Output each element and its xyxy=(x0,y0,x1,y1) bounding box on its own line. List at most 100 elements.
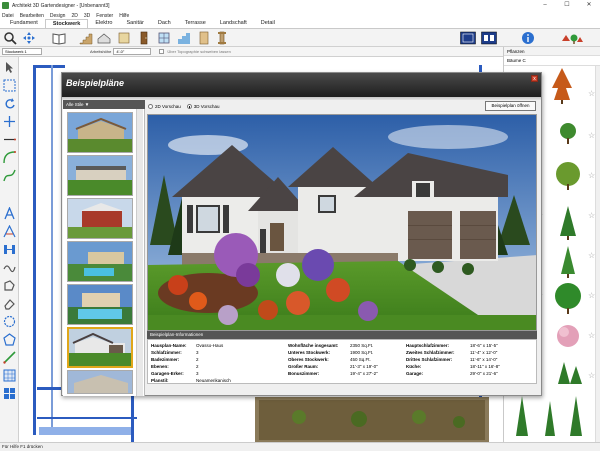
topo-checkbox[interactable] xyxy=(159,49,165,54)
menu-item-fenster[interactable]: Fenster xyxy=(96,13,113,19)
book-icon[interactable] xyxy=(117,31,131,45)
radio-2d-preview[interactable] xyxy=(148,104,153,109)
path-tool-icon[interactable] xyxy=(3,351,16,364)
info-key: Bonuszimmer: xyxy=(288,371,320,376)
info-value: 2350 Sq.Ft. xyxy=(350,343,374,348)
info-value: 11'-6" x 14'-0" xyxy=(470,357,498,362)
info-column-3: Hauptschlafzimmer: 18'-6" x 15'-5" Zweite… xyxy=(406,342,500,377)
layout-view-icon[interactable] xyxy=(481,31,497,45)
plant-item-9 xyxy=(516,396,582,436)
tab-stockwerk[interactable]: Stockwerk xyxy=(44,19,89,28)
tab-terrasse[interactable]: Terrasse xyxy=(178,19,213,28)
radio-3d-preview[interactable] xyxy=(186,104,192,109)
move-icon[interactable] xyxy=(3,115,16,128)
info-icon[interactable] xyxy=(521,31,535,45)
thumbnail-scrollbar[interactable] xyxy=(136,109,143,396)
plan-view-icon[interactable] xyxy=(460,31,476,45)
info-key: Unteres Stockwerk: xyxy=(288,350,331,355)
plan-thumbnail-selected[interactable] xyxy=(67,327,133,368)
menu-item-hilfe[interactable]: Hilfe xyxy=(119,13,129,19)
pan-arrows-icon[interactable] xyxy=(22,31,36,45)
info-key: Garagen-Erker: xyxy=(151,371,184,376)
freehand-icon[interactable] xyxy=(3,261,16,274)
open-book-icon[interactable] xyxy=(52,31,66,45)
plant-item-6 xyxy=(555,283,581,314)
info-value: 11'-4" x 12'-0" xyxy=(470,350,498,355)
column-icon[interactable] xyxy=(215,31,229,45)
toolbar xyxy=(0,29,600,47)
plant-item-2 xyxy=(560,123,576,144)
info-value: Ovasso-Haus xyxy=(196,343,224,348)
info-value: 18'-11" x 16'-8" xyxy=(470,364,500,369)
stair-blocks-icon[interactable] xyxy=(177,31,191,45)
dialog-title: Beispielpläne xyxy=(66,78,125,88)
library-icon[interactable] xyxy=(3,387,16,400)
grid-icon[interactable] xyxy=(3,369,16,382)
plan-thumbnail[interactable] xyxy=(67,370,133,394)
info-key: Drittes Schlafzimmer: xyxy=(406,357,453,362)
plan-thumbnail[interactable] xyxy=(67,241,133,282)
tab-fundament[interactable]: Fundament xyxy=(3,19,45,28)
info-key: Großer Raum: xyxy=(288,364,319,369)
polygon-tool-icon[interactable] xyxy=(3,333,16,346)
menu-item-2d[interactable]: 2D xyxy=(71,13,77,19)
menu-item-datei[interactable]: Datei xyxy=(2,13,14,19)
info-key: Garage: xyxy=(406,371,424,376)
rotate-icon[interactable] xyxy=(3,97,16,110)
tab-landschaft[interactable]: Landschaft xyxy=(213,19,254,28)
menu-item-bearbeiten[interactable]: Bearbeiten xyxy=(20,13,44,19)
plan-thumbnail[interactable] xyxy=(67,198,133,239)
plan-thumbnail[interactable] xyxy=(67,284,133,325)
fixture-icon[interactable] xyxy=(197,31,211,45)
tab-sanitaer[interactable]: Sanitär xyxy=(119,19,150,28)
open-sample-plan-button[interactable]: Beispielplan öffnen xyxy=(485,101,536,111)
plan-thumbnail[interactable] xyxy=(67,112,133,153)
wall-tool-icon[interactable] xyxy=(3,243,16,256)
eraser-icon[interactable] xyxy=(3,297,16,310)
plant-item-5 xyxy=(561,246,575,278)
door-icon[interactable] xyxy=(137,31,151,45)
plant-filter-select[interactable]: Bäume C xyxy=(504,56,600,66)
info-key: Schlafzimmer: xyxy=(151,350,182,355)
title-bar: Architekt 3D Gartendesigner - [Unbenannt… xyxy=(0,0,600,11)
tab-detail[interactable]: Detail xyxy=(254,19,282,28)
minimize-button[interactable]: – xyxy=(534,0,556,11)
info-key: Küche: xyxy=(406,364,422,369)
maximize-button[interactable]: ☐ xyxy=(556,0,578,11)
plan-info-table: Hausplan-Name: Ovasso-Haus Schlafzimmer: 3… xyxy=(147,339,537,384)
menu-item-design[interactable]: Design xyxy=(50,13,66,19)
window-title: Architekt 3D Gartendesigner - [Unbenannt… xyxy=(12,2,110,9)
plant-item-7 xyxy=(557,325,579,347)
menu-item-3d[interactable]: 3D xyxy=(84,13,90,19)
text-tool-icon[interactable] xyxy=(3,207,16,220)
magnifier-icon[interactable] xyxy=(3,31,17,45)
dimension-icon[interactable] xyxy=(3,225,16,238)
3d-house-preview xyxy=(147,114,537,331)
spline-tool-icon[interactable] xyxy=(3,169,16,182)
select-arrow-icon[interactable] xyxy=(3,61,16,74)
window-icon[interactable] xyxy=(157,31,171,45)
close-window-button[interactable]: ✕ xyxy=(578,0,600,11)
multi-select-icon[interactable] xyxy=(3,79,16,92)
floor-select[interactable]: Stockwerk 1 xyxy=(2,48,42,55)
roof-icon[interactable] xyxy=(97,31,111,45)
option-bar: Stockwerk 1 Arbeitshöhe 4'-0" Über Topog… xyxy=(0,47,503,57)
dialog-close-button[interactable]: x xyxy=(531,75,538,82)
info-value: 29'-0" x 21'-6" xyxy=(470,371,498,376)
tab-dach[interactable]: Dach xyxy=(151,19,178,28)
plan-thumbnail[interactable] xyxy=(67,155,133,196)
stairs-icon[interactable] xyxy=(79,31,93,45)
garden-objects-icon[interactable] xyxy=(561,31,583,45)
arc-tool-icon[interactable] xyxy=(3,151,16,164)
tab-elektro[interactable]: Elektro xyxy=(88,19,119,28)
plant-list-scrollbar[interactable] xyxy=(595,66,600,442)
ribbon-tabs: Fundament Stockwerk Elektro Sanitär Dach… xyxy=(0,19,600,29)
plant-item-3 xyxy=(556,162,580,190)
shape-icon[interactable] xyxy=(3,279,16,292)
info-key: Planstil: xyxy=(151,378,169,383)
line-tool-icon[interactable] xyxy=(3,133,16,146)
plan-info-heading: Beispielplan-Informationen xyxy=(147,331,537,339)
height-select[interactable]: 4'-0" xyxy=(113,48,152,55)
style-filter-select[interactable]: Alle Stile ▼ xyxy=(63,100,145,109)
circle-tool-icon[interactable] xyxy=(3,315,16,328)
